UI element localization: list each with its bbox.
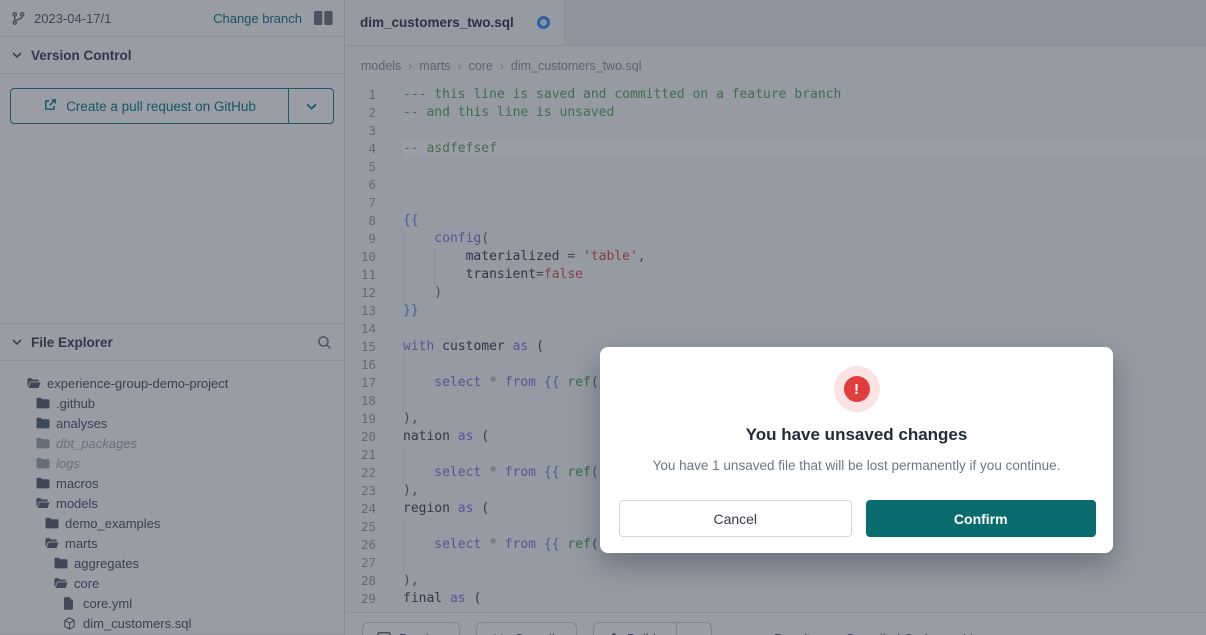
confirm-button[interactable]: Confirm — [866, 500, 1097, 537]
modal-actions: Cancel Confirm — [619, 500, 1096, 537]
dbt-ide-app: 2023-04-17/1 Change branch Version Contr… — [0, 0, 1206, 635]
modal-title: You have unsaved changes — [600, 425, 1113, 445]
unsaved-changes-modal: ! You have unsaved changes You have 1 un… — [600, 347, 1113, 553]
alert-icon: ! — [834, 366, 880, 412]
exclamation-icon: ! — [844, 376, 870, 402]
modal-body-text: You have 1 unsaved file that will be los… — [600, 458, 1113, 473]
cancel-button[interactable]: Cancel — [619, 500, 852, 537]
